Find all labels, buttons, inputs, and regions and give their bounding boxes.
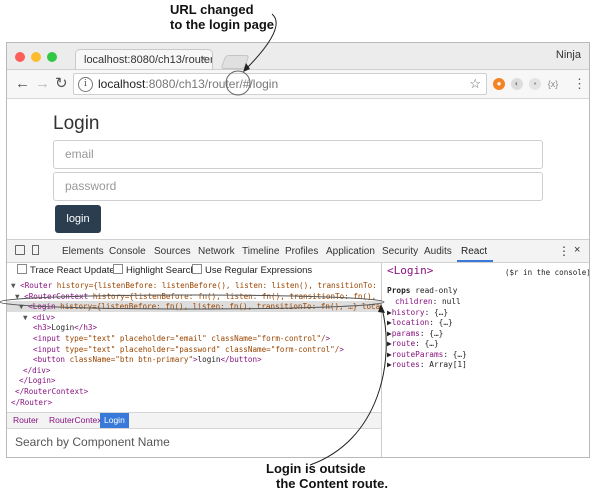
url-arrow [244,13,277,71]
annotation-overlay [0,13,387,466]
route-arrow [309,307,387,466]
url-arrowhead [243,63,250,72]
url-highlight-circle [225,70,251,96]
login-row-highlight [0,294,385,310]
route-arrowhead [378,304,385,313]
